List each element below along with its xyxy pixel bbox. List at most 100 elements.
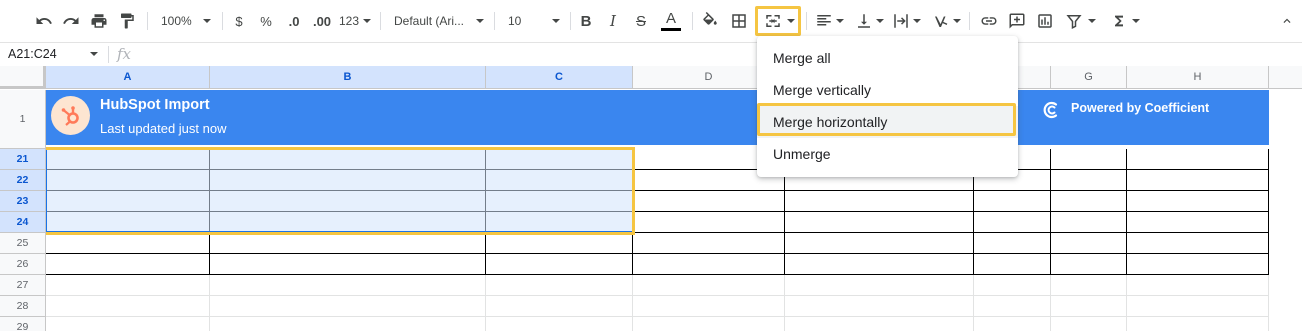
cell-g27[interactable] bbox=[1051, 275, 1127, 296]
cell-a27[interactable] bbox=[46, 275, 210, 296]
column-header-a[interactable]: A bbox=[46, 66, 210, 89]
column-header-c[interactable]: C bbox=[486, 66, 633, 89]
cell-f25[interactable] bbox=[974, 233, 1051, 254]
cell-h25[interactable] bbox=[1127, 233, 1269, 254]
cell-h21[interactable] bbox=[1127, 149, 1269, 170]
cell-g29[interactable] bbox=[1051, 317, 1127, 331]
cell-h28[interactable] bbox=[1127, 296, 1269, 317]
row-header-1[interactable]: 1 bbox=[0, 90, 46, 149]
cell-f23[interactable] bbox=[974, 191, 1051, 212]
cell-h27[interactable] bbox=[1127, 275, 1269, 296]
text-wrapping-button[interactable] bbox=[889, 9, 923, 33]
cell-e24[interactable] bbox=[785, 212, 974, 233]
paint-format-icon[interactable] bbox=[117, 9, 137, 33]
column-header-b[interactable]: B bbox=[210, 66, 486, 89]
cell-b29[interactable] bbox=[210, 317, 486, 331]
row-header-21[interactable]: 21 bbox=[0, 149, 46, 170]
strikethrough-button[interactable]: S bbox=[632, 9, 650, 33]
row-header-27[interactable]: 27 bbox=[0, 275, 46, 296]
cell-g23[interactable] bbox=[1051, 191, 1127, 212]
print-icon[interactable] bbox=[89, 9, 109, 33]
cell-a25[interactable] bbox=[46, 233, 210, 254]
select-all-corner[interactable] bbox=[0, 66, 46, 89]
increase-decimals-button[interactable]: .00 bbox=[310, 9, 334, 33]
insert-link-icon[interactable] bbox=[978, 9, 1000, 33]
font-size-select[interactable]: 10 bbox=[504, 9, 564, 33]
cell-g25[interactable] bbox=[1051, 233, 1127, 254]
cell-c27[interactable] bbox=[486, 275, 633, 296]
cell-d25[interactable] bbox=[633, 233, 785, 254]
cell-d24[interactable] bbox=[633, 212, 785, 233]
cell-h23[interactable] bbox=[1127, 191, 1269, 212]
borders-icon[interactable] bbox=[729, 9, 749, 33]
cell-h22[interactable] bbox=[1127, 170, 1269, 191]
menu-item-merge-all[interactable]: Merge all bbox=[757, 42, 1018, 74]
cell-c26[interactable] bbox=[486, 254, 633, 275]
currency-format-button[interactable]: $ bbox=[231, 9, 247, 33]
insert-chart-icon[interactable] bbox=[1035, 9, 1055, 33]
cell-b28[interactable] bbox=[210, 296, 486, 317]
cell-e26[interactable] bbox=[785, 254, 974, 275]
cell-g22[interactable] bbox=[1051, 170, 1127, 191]
cell-g21[interactable] bbox=[1051, 149, 1127, 170]
row-header-22[interactable]: 22 bbox=[0, 170, 46, 191]
text-rotation-button[interactable] bbox=[929, 9, 963, 33]
formula-input[interactable] bbox=[145, 43, 1302, 66]
cell-b27[interactable] bbox=[210, 275, 486, 296]
row-header-26[interactable]: 26 bbox=[0, 254, 46, 275]
cell-a28[interactable] bbox=[46, 296, 210, 317]
cell-a29[interactable] bbox=[46, 317, 210, 331]
cell-e23[interactable] bbox=[785, 191, 974, 212]
cell-d29[interactable] bbox=[633, 317, 785, 331]
menu-item-unmerge[interactable]: Unmerge bbox=[757, 138, 1018, 170]
horizontal-align-button[interactable] bbox=[813, 9, 845, 33]
filter-button[interactable] bbox=[1063, 9, 1097, 33]
cell-e28[interactable] bbox=[785, 296, 974, 317]
fill-color-icon[interactable] bbox=[700, 9, 720, 33]
cell-f24[interactable] bbox=[974, 212, 1051, 233]
name-box[interactable]: A21:C24 bbox=[0, 43, 104, 66]
cell-c25[interactable] bbox=[486, 233, 633, 254]
cell-e25[interactable] bbox=[785, 233, 974, 254]
text-color-button[interactable]: A bbox=[660, 9, 682, 33]
cell-f29[interactable] bbox=[974, 317, 1051, 331]
functions-button[interactable] bbox=[1109, 9, 1141, 33]
undo-icon[interactable] bbox=[34, 9, 54, 33]
cell-g26[interactable] bbox=[1051, 254, 1127, 275]
italic-button[interactable]: I bbox=[604, 9, 622, 33]
insert-comment-icon[interactable] bbox=[1007, 9, 1027, 33]
cell-h26[interactable] bbox=[1127, 254, 1269, 275]
cell-f26[interactable] bbox=[974, 254, 1051, 275]
row-header-23[interactable]: 23 bbox=[0, 191, 46, 212]
cell-f27[interactable] bbox=[974, 275, 1051, 296]
font-family-select[interactable]: Default (Ari... bbox=[390, 9, 488, 33]
row-header-25[interactable]: 25 bbox=[0, 233, 46, 254]
cell-d26[interactable] bbox=[633, 254, 785, 275]
cell-f28[interactable] bbox=[974, 296, 1051, 317]
cell-c28[interactable] bbox=[486, 296, 633, 317]
cell-g24[interactable] bbox=[1051, 212, 1127, 233]
column-header-h[interactable]: H bbox=[1127, 66, 1269, 89]
cell-d23[interactable] bbox=[633, 191, 785, 212]
decrease-decimals-button[interactable]: .0 bbox=[283, 9, 305, 33]
cell-e27[interactable] bbox=[785, 275, 974, 296]
row-header-29[interactable]: 29 bbox=[0, 317, 46, 331]
row-header-28[interactable]: 28 bbox=[0, 296, 46, 317]
cell-c29[interactable] bbox=[486, 317, 633, 331]
bold-button[interactable]: B bbox=[577, 9, 595, 33]
row-header-24[interactable]: 24 bbox=[0, 212, 46, 233]
cell-g28[interactable] bbox=[1051, 296, 1127, 317]
more-formats-select[interactable]: 123 bbox=[338, 9, 372, 33]
percent-format-button[interactable]: % bbox=[258, 9, 274, 33]
cell-h24[interactable] bbox=[1127, 212, 1269, 233]
zoom-select[interactable]: 100% bbox=[157, 9, 215, 33]
collapse-toolbar-icon[interactable] bbox=[1278, 9, 1296, 33]
cell-d27[interactable] bbox=[633, 275, 785, 296]
cell-a26[interactable] bbox=[46, 254, 210, 275]
cell-d28[interactable] bbox=[633, 296, 785, 317]
cell-e29[interactable] bbox=[785, 317, 974, 331]
redo-icon[interactable] bbox=[61, 9, 81, 33]
column-header-g[interactable]: G bbox=[1051, 66, 1127, 89]
menu-item-merge-vertically[interactable]: Merge vertically bbox=[757, 74, 1018, 106]
cell-b26[interactable] bbox=[210, 254, 486, 275]
